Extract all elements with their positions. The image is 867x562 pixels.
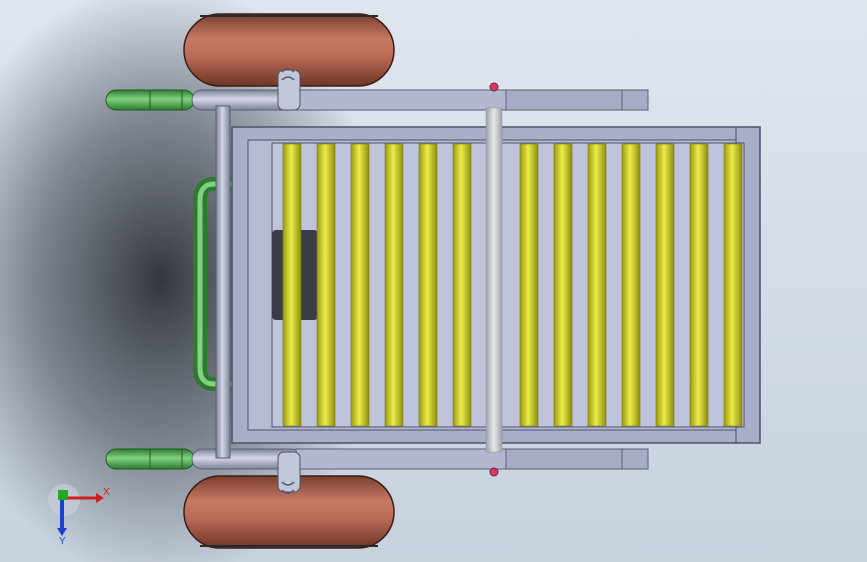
roller[interactable] bbox=[418, 143, 438, 427]
roller[interactable] bbox=[316, 143, 336, 427]
triad-z-marker bbox=[58, 490, 68, 500]
roller[interactable] bbox=[282, 143, 302, 427]
roller[interactable] bbox=[621, 143, 641, 427]
bottom-grip[interactable] bbox=[105, 448, 195, 470]
bottom-fastener bbox=[489, 467, 499, 477]
roller[interactable] bbox=[723, 143, 743, 427]
roller[interactable] bbox=[452, 143, 472, 427]
bottom-wheel-bracket bbox=[277, 451, 301, 494]
roller[interactable] bbox=[384, 143, 404, 427]
triad-y-label: Y bbox=[59, 536, 66, 547]
triad-x-label: X bbox=[103, 487, 110, 498]
bottom-side-rail[interactable] bbox=[191, 448, 649, 470]
roller[interactable] bbox=[553, 143, 573, 427]
top-fastener bbox=[489, 82, 499, 92]
cart-model-top-view[interactable]: X Y bbox=[0, 0, 867, 562]
top-side-rail[interactable] bbox=[191, 89, 649, 111]
roller[interactable] bbox=[587, 143, 607, 427]
top-grip[interactable] bbox=[105, 89, 195, 111]
top-wheel-bracket bbox=[277, 68, 301, 111]
cad-viewport[interactable]: X Y bbox=[0, 0, 867, 562]
roller[interactable] bbox=[350, 143, 370, 427]
roller[interactable] bbox=[655, 143, 675, 427]
rear-vertical-strut[interactable] bbox=[215, 105, 231, 459]
center-axle-rod[interactable] bbox=[485, 107, 503, 453]
roller[interactable] bbox=[519, 143, 539, 427]
roller[interactable] bbox=[689, 143, 709, 427]
